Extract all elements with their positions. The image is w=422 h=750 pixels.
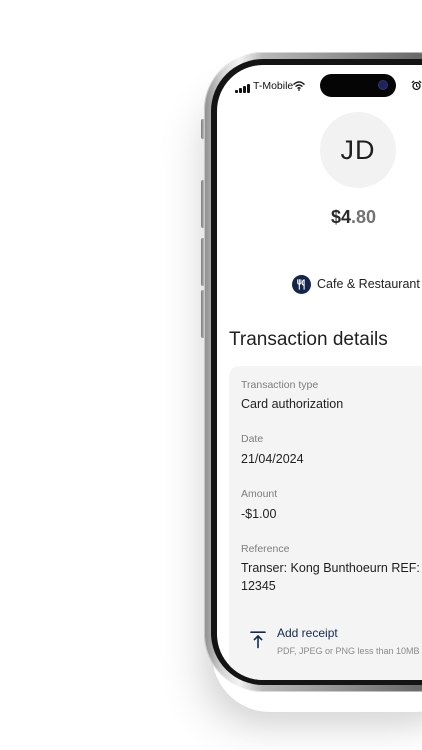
- status-bar: T-Mobile: [217, 65, 422, 105]
- fork-knife-icon: [292, 274, 311, 294]
- transaction-type-value: Card authorization: [241, 397, 344, 411]
- receipt-hint: PDF, JPEG or PNG less than 10MB: [277, 646, 420, 656]
- camera-icon: [379, 81, 387, 89]
- carrier-name: T-Mobile: [253, 80, 294, 92]
- wifi-icon: [293, 81, 305, 91]
- alarm-icon: [411, 80, 422, 91]
- signal-strength-icon: [235, 83, 251, 93]
- transaction-amount: $4.80: [331, 207, 376, 228]
- upload-icon[interactable]: [250, 631, 266, 649]
- transaction-type-label: Transaction type: [241, 379, 319, 391]
- amount-whole: $4: [331, 207, 352, 227]
- amount-label: Amount: [241, 488, 278, 500]
- section-title: Transaction details: [229, 329, 388, 350]
- amount-value: -$1.00: [241, 507, 277, 521]
- mockup-stage: T-Mobile JD $4.80 Cafe & Restaurant Tran…: [0, 0, 422, 750]
- dynamic-island: [320, 74, 396, 97]
- reference-label: Reference: [241, 543, 290, 555]
- avatar: JD: [320, 112, 396, 188]
- avatar-initials: JD: [340, 134, 376, 165]
- reference-value-line1: Transer: Kong Bunthoeurn REF:: [241, 561, 420, 575]
- date-label: Date: [241, 433, 264, 445]
- add-receipt-button[interactable]: Add receipt: [277, 626, 338, 640]
- amount-cents: .80: [351, 207, 377, 227]
- reference-value-line2: 12345: [241, 579, 276, 593]
- date-value: 21/04/2024: [241, 452, 304, 466]
- category-label: Cafe & Restaurant: [317, 277, 420, 291]
- phone-screen: T-Mobile JD $4.80 Cafe & Restaurant Tran…: [217, 65, 422, 680]
- category-chip[interactable]: Cafe & Restaurant: [292, 274, 420, 294]
